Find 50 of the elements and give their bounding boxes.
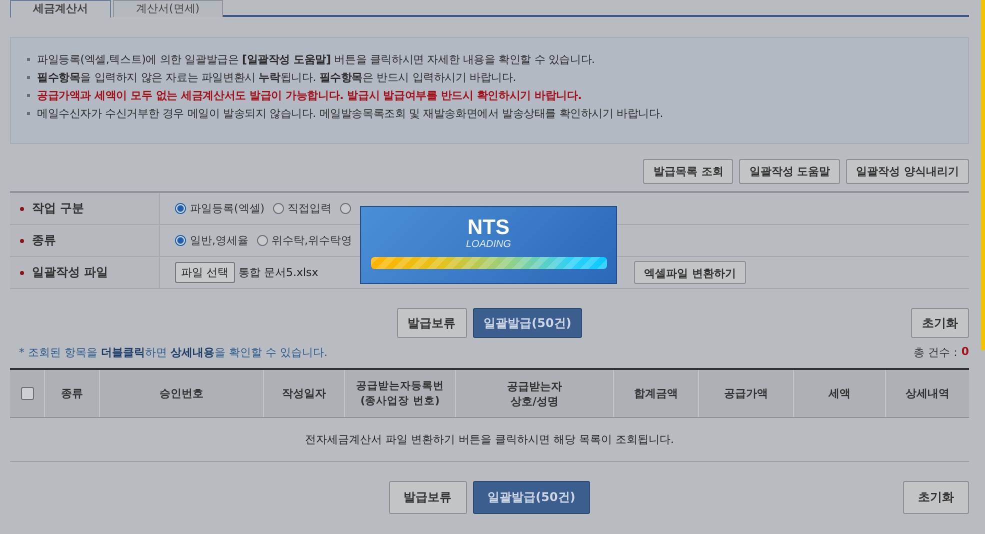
field-label: 일괄작성 파일 bbox=[32, 264, 108, 281]
column-header: 작성일자 bbox=[264, 370, 345, 417]
tab[interactable]: 계산서(면세) bbox=[113, 0, 223, 17]
bullet-icon bbox=[27, 58, 30, 61]
radio-button[interactable] bbox=[272, 203, 284, 214]
radio-button[interactable] bbox=[175, 235, 186, 246]
issue-button[interactable]: 일괄발급(50건) bbox=[472, 481, 590, 514]
column-header: 승인번호 bbox=[100, 370, 264, 417]
toolbar-button[interactable]: 일괄작성 양식내리기 bbox=[846, 159, 969, 184]
radio-button[interactable] bbox=[256, 235, 268, 246]
total-label: 총 건수 : bbox=[914, 345, 958, 360]
hold-button[interactable]: 발급보류 bbox=[396, 308, 467, 338]
column-header: 상세내역 bbox=[904, 386, 950, 402]
radio-label: 위수탁,위수탁영 bbox=[272, 233, 352, 248]
toolbar-button[interactable]: 발급목록 조회 bbox=[643, 159, 734, 184]
file-select-button[interactable]: 파일 선택 bbox=[175, 262, 234, 283]
field-label: 작업 구분 bbox=[32, 200, 84, 217]
loading-subtitle: LOADING bbox=[466, 239, 511, 251]
bullet-icon bbox=[27, 94, 30, 97]
notice-text: 필수항목을 입력하지 않은 자료는 파일변환시 누락됩니다. 필수항목은 반드시 입력하시기 바랍니다. bbox=[37, 70, 516, 85]
column-header: 공급가액 bbox=[699, 370, 794, 417]
loading-title: NTS bbox=[468, 217, 510, 239]
hold-button[interactable]: 발급보류 bbox=[388, 481, 467, 514]
reset-button[interactable]: 초기화 bbox=[903, 481, 969, 514]
notice-text: 공급가액과 세액이 모두 없는 세금계산서도 발급이 가능합니다. 발급시 발급여부를 반드시 확인하시기 바랍니다. bbox=[37, 88, 582, 103]
notice-text: 메일수신자가 수신거부한 경우 메일이 발송되지 않습니다. 메일발송목록조회 및 재발송화면에서 발송상태를 확인하시기 바랍니다. bbox=[37, 106, 664, 121]
notice-text: 파일등록(엑셀,텍스트)에 의한 일괄발급은 [일괄작성 도움말] 버튼을 클릭하시면 자세한 내용을 확인할 수 있습니다. bbox=[37, 52, 595, 67]
column-header: 공급받는자등록번 (종사업장 번호) bbox=[345, 370, 456, 417]
reset-button[interactable]: 초기화 bbox=[911, 308, 969, 338]
field-label: 종류 bbox=[32, 232, 56, 249]
column-header: 합계금액 bbox=[614, 370, 699, 417]
radio-label: 파일등록(엑셀) bbox=[190, 201, 265, 216]
tab[interactable]: 세금계산서 bbox=[10, 0, 111, 18]
radio-label: 직접입력 bbox=[288, 201, 332, 216]
radio-label: 일반,영세율 bbox=[190, 233, 248, 248]
column-header: 공급받는자 상호/성명 bbox=[456, 370, 614, 417]
file-name: 통합 문서5.xlsx bbox=[238, 265, 318, 280]
column-header: 종류 bbox=[45, 370, 100, 417]
toolbar-button[interactable]: 일괄작성 도움말 bbox=[739, 159, 840, 184]
convert-button[interactable]: 엑셀파일 변환하기 bbox=[634, 261, 746, 284]
total-count: 0 bbox=[961, 345, 969, 360]
select-all-checkbox[interactable] bbox=[20, 387, 34, 400]
radio-button[interactable] bbox=[175, 203, 186, 214]
bullet-icon bbox=[27, 112, 30, 115]
bullet-icon bbox=[27, 76, 30, 79]
radio-button[interactable] bbox=[340, 203, 351, 214]
hint-text: * 조회된 항목을 더블클릭하면 상세내용을 확인할 수 있습니다. bbox=[19, 345, 328, 360]
column-header: 세액 bbox=[794, 370, 886, 417]
issue-button[interactable]: 일괄발급(50건) bbox=[472, 308, 582, 338]
empty-message: 전자세금계산서 파일 변환하기 버튼을 클릭하시면 해당 목록이 조회됩니다. bbox=[10, 418, 969, 462]
